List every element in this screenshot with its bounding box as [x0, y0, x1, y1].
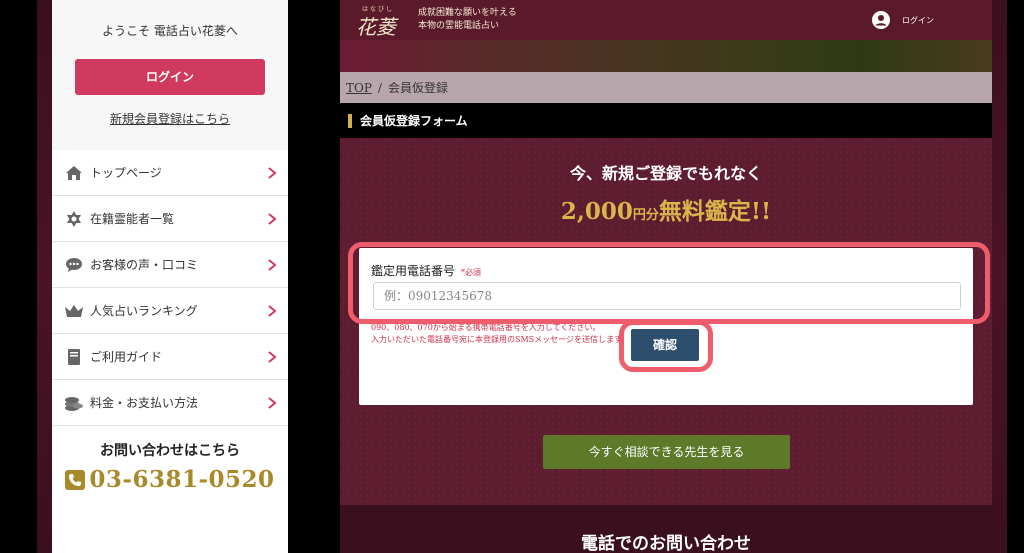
- sidebar-nav: トップページ 在籍霊能者一覧 お客様の声・口コミ 人気占いランキング ご利用ガイ…: [52, 150, 288, 426]
- section-title-text: 会員仮登録フォーム: [360, 114, 468, 128]
- sidebar-account-area: ようこそ 電話占い花菱へ ログイン 新規会員登録はこちら: [52, 0, 288, 150]
- left-gutter: [0, 0, 37, 553]
- hero-image-band: [340, 40, 992, 72]
- sidebar-item-reviews[interactable]: お客様の声・口コミ: [52, 242, 288, 288]
- sidebar-item-top[interactable]: トップページ: [52, 150, 288, 196]
- logo-text: 花菱: [356, 15, 396, 39]
- chevron-right-icon: [268, 350, 277, 363]
- header-login[interactable]: ログイン: [872, 11, 934, 29]
- contact-title: お問い合わせはこちら: [100, 443, 240, 459]
- home-icon: [64, 163, 84, 183]
- sidebar-welcome-text: ようこそ 電話占い花菱へ: [102, 24, 238, 38]
- registration-form: 鑑定用電話番号 *必須 090、080、070から始まる携帯電話番号を入力してくだ…: [359, 248, 973, 405]
- tagline-line2: 本物の霊能電話占い: [418, 21, 500, 31]
- chevron-right-icon: [268, 396, 277, 409]
- coins-icon: [64, 393, 84, 413]
- required-badge: *必須: [461, 268, 482, 277]
- phone-field-label-text: 鑑定用電話番号: [371, 264, 456, 278]
- phone-row[interactable]: 03-6381-0520: [52, 466, 288, 493]
- breadcrumb-current: 会員仮登録: [387, 81, 448, 95]
- right-background-strip: [992, 0, 1007, 553]
- sidebar-item-label: 人気占いランキング: [90, 304, 198, 318]
- speech-bubble-icon: [64, 255, 84, 275]
- chevron-right-icon: [268, 258, 277, 271]
- promo-offer: 2,000円分無料鑑定!!: [340, 192, 992, 226]
- promo-suffix: 無料鑑定!!: [658, 198, 772, 225]
- sidebar-item-label: 在籍霊能者一覧: [90, 212, 175, 226]
- breadcrumb-top-link[interactable]: TOP: [346, 81, 372, 95]
- sidebar-item-label: トップページ: [90, 166, 162, 180]
- header-login-label: ログイン: [902, 15, 934, 25]
- registration-panel: 今、新規ご登録でもれなく 2,000円分無料鑑定!! 鑑定用電話番号 *必須 09…: [340, 138, 992, 505]
- register-link[interactable]: 新規会員登録はこちら: [110, 110, 230, 127]
- promo-headline: 今、新規ご登録でもれなく: [569, 164, 762, 183]
- tagline-line1: 成就困難な願いを叶える: [418, 8, 517, 18]
- divider: [288, 0, 340, 553]
- chevron-right-icon: [268, 166, 277, 179]
- hint-line2: 入力いただいた電話番号宛に本登録用のSMSメッセージを送信します。: [371, 335, 630, 344]
- sidebar-item-guide[interactable]: ご利用ガイド: [52, 334, 288, 380]
- book-icon: [64, 347, 84, 367]
- user-icon: [872, 11, 890, 29]
- sidebar-item-label: ご利用ガイド: [90, 350, 163, 364]
- chevron-right-icon: [268, 212, 277, 225]
- consult-now-button[interactable]: 今すぐ相談できる先生を見る: [543, 435, 790, 469]
- right-gutter: [1007, 0, 1024, 553]
- section-title: 会員仮登録フォーム: [340, 103, 992, 138]
- star-of-david-icon: [64, 209, 84, 229]
- sidebar-contact: お問い合わせはこちら 03-6381-0520: [52, 426, 288, 493]
- chevron-right-icon: [268, 304, 277, 317]
- contact-section: 電話でのお問い合わせ: [340, 505, 992, 553]
- title-accent-bar: [348, 113, 352, 128]
- sidebar-item-pricing[interactable]: 料金・お支払い方法: [52, 380, 288, 426]
- breadcrumb: TOP / 会員仮登録: [340, 72, 992, 103]
- promo-amount: 2,000: [560, 198, 633, 225]
- confirm-button[interactable]: 確認: [631, 329, 699, 361]
- phone-field-label: 鑑定用電話番号 *必須: [371, 262, 481, 279]
- sidebar-item-label: お客様の声・口コミ: [90, 258, 199, 272]
- tagline: 成就困難な願いを叶える 本物の霊能電話占い: [418, 7, 517, 33]
- left-background-strip: [37, 0, 52, 553]
- sidebar-item-psychics[interactable]: 在籍霊能者一覧: [52, 196, 288, 242]
- phone-hint: 090、080、070から始まる携帯電話番号を入力してください。 入力いただいた…: [371, 322, 629, 346]
- crown-icon: [64, 301, 84, 321]
- phone-input[interactable]: [373, 282, 961, 310]
- logo[interactable]: はなびし 花菱: [354, 2, 398, 39]
- sidebar-login-button[interactable]: ログイン: [75, 59, 265, 95]
- phone-number[interactable]: 03-6381-0520: [89, 466, 274, 493]
- site-header: はなびし 花菱 成就困難な願いを叶える 本物の霊能電話占い ログイン: [340, 0, 992, 40]
- phone-icon: [65, 469, 86, 490]
- hint-line1: 090、080、070から始まる携帯電話番号を入力してください。: [371, 323, 601, 332]
- contact-section-title: 電話でのお問い合わせ: [581, 534, 751, 553]
- main-content: はなびし 花菱 成就困難な願いを叶える 本物の霊能電話占い ログイン TOP /…: [340, 0, 992, 553]
- sidebar: ようこそ 電話占い花菱へ ログイン 新規会員登録はこちら トップページ 在籍霊能…: [52, 0, 288, 553]
- promo-unit: 円分: [632, 208, 659, 223]
- breadcrumb-separator: /: [377, 80, 382, 95]
- sidebar-item-label: 料金・お支払い方法: [90, 396, 199, 410]
- sidebar-item-ranking[interactable]: 人気占いランキング: [52, 288, 288, 334]
